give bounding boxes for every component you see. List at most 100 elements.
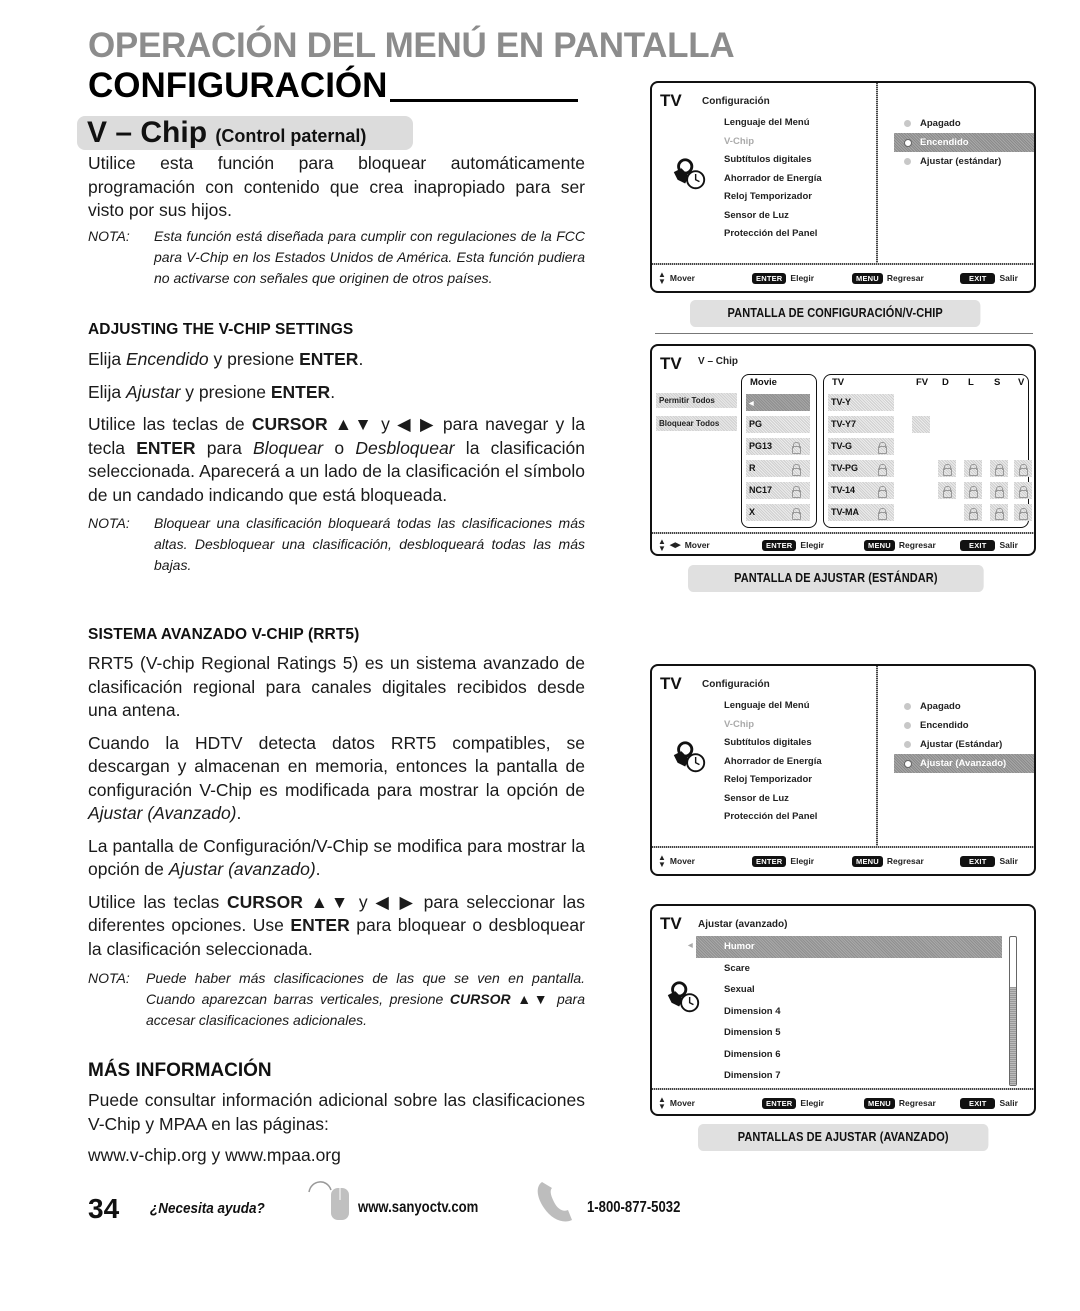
- tv-rating-cell[interactable]: TV-MA: [828, 504, 894, 521]
- tv-rating-cell[interactable]: TV-G: [828, 438, 894, 455]
- vchip-options: Apagado Encendido Ajustar (estándar): [894, 114, 1034, 171]
- movie-rating-cell[interactable]: R: [746, 460, 810, 477]
- advanced-rating-item[interactable]: Dimension 4: [696, 1001, 1002, 1023]
- movie-rating-cell[interactable]: X: [746, 504, 810, 521]
- menu-item[interactable]: Subtítulos digitales: [724, 151, 822, 170]
- tv-rating-cell[interactable]: TV-Y: [828, 394, 894, 411]
- menu-item[interactable]: Ahorrador de Energía: [724, 753, 822, 772]
- menu-item[interactable]: Protección del Panel: [724, 225, 822, 244]
- menu-item[interactable]: Sensor de Luz: [724, 790, 822, 809]
- menu-item[interactable]: V-Chip: [724, 133, 822, 152]
- menu-key-icon: MENU: [864, 1097, 895, 1109]
- menu-item[interactable]: Lenguaje del Menú: [724, 697, 822, 716]
- rating-label: TV-G: [831, 441, 853, 451]
- radio-icon: [904, 741, 911, 748]
- advanced-rating-item[interactable]: Scare: [696, 958, 1002, 980]
- radio-icon: [904, 139, 912, 147]
- sub-rating-cell[interactable]: [938, 482, 956, 499]
- adjusting-note: NOTA: Bloquear una clasificación bloquea…: [88, 515, 585, 573]
- sub-rating-cell[interactable]: [964, 504, 982, 521]
- movie-rating-cell[interactable]: PG13: [746, 438, 810, 455]
- screen-title: V – Chip: [698, 356, 739, 367]
- phone-icon: [537, 1182, 572, 1222]
- advanced-rating-item[interactable]: Sexual: [696, 979, 1002, 1001]
- menu-item[interactable]: Ahorrador de Energía: [724, 170, 822, 189]
- screen-tv-label: TV: [660, 674, 682, 693]
- step-3: Utilice las teclas de CURSOR ▲▼ y ◀ ▶ pa…: [88, 414, 586, 505]
- advanced-rating-item[interactable]: Dimension 5: [696, 1022, 1002, 1044]
- scrollbar[interactable]: [1009, 936, 1017, 1086]
- advanced-rating-item[interactable]: Dimension 6: [696, 1044, 1002, 1066]
- sub-rating-cell[interactable]: [912, 416, 930, 433]
- caption-config-vchip: PANTALLA DE CONFIGURACIÓN/V-CHIP: [690, 300, 981, 327]
- option-item[interactable]: Apagado: [904, 697, 1034, 716]
- screen-tv-label: TV: [660, 354, 682, 373]
- movie-rating-cell[interactable]: NC17: [746, 482, 810, 499]
- scrollbar-thumb[interactable]: [1010, 987, 1016, 1085]
- rating-label: TV-Y7: [831, 419, 857, 429]
- sub-rating-cell[interactable]: [990, 504, 1008, 521]
- tv-rating-cell[interactable]: TV-14: [828, 482, 894, 499]
- movie-header: Movie: [750, 377, 777, 388]
- lock-icon: [878, 442, 887, 454]
- exit-key-icon: EXIT: [960, 1097, 996, 1109]
- movie-rating-cell[interactable]: PG: [746, 416, 810, 433]
- option-item[interactable]: Ajustar (Avanzado): [894, 754, 1034, 773]
- rrt5-p1: RRT5 (V-chip Regional Ratings 5) es un s…: [88, 653, 585, 720]
- block-all-button[interactable]: Bloquear Todos: [656, 416, 737, 431]
- rrt5-heading: SISTEMA AVANZADO V-CHIP (RRT5): [88, 626, 360, 643]
- screen-footer: ▲ ▼ Mover ENTER Elegir MENU Regresar EXIT Sal…: [658, 270, 1018, 286]
- menu-item[interactable]: Sensor de Luz: [724, 207, 822, 226]
- rrt5-section: SISTEMA AVANZADO V-CHIP (RRT5) RRT5 (V-c…: [88, 626, 585, 1031]
- lock-icon: [792, 442, 801, 454]
- screen-footer: ▲ ▼ ◀▶ Mover ENTER Elegir MENU Regresar EXIT S…: [658, 537, 1018, 553]
- tv-header: TV: [832, 377, 845, 388]
- option-item[interactable]: Apagado: [904, 114, 1034, 133]
- menu-item[interactable]: Subtítulos digitales: [724, 734, 822, 753]
- sub-rating-cell[interactable]: [964, 460, 982, 477]
- movie-rating-cell[interactable]: ◀: [746, 394, 810, 411]
- sub-rating-cell[interactable]: [990, 482, 1008, 499]
- allow-all-button[interactable]: Permitir Todos: [656, 393, 737, 408]
- updown-arrows-icon: ▲ ▼: [658, 1095, 666, 1111]
- tv-column-header: FV: [916, 377, 929, 388]
- rating-label: PG13: [749, 441, 773, 451]
- menu-item[interactable]: Lenguaje del Menú: [724, 114, 822, 133]
- mouse-icon: [308, 1181, 349, 1220]
- advanced-rating-item[interactable]: ◀ Humor: [688, 936, 1002, 958]
- screen-footer: ▲ ▼ Mover ENTER Elegir MENU Regresar EXIT Sal…: [658, 1095, 1018, 1111]
- topic-banner: V – Chip (Control paternal): [77, 116, 413, 150]
- menu-item[interactable]: V-Chip: [724, 716, 822, 735]
- option-item[interactable]: Ajustar (Estándar): [904, 735, 1034, 754]
- exit-key-icon: EXIT: [960, 855, 996, 867]
- tv-rating-cell[interactable]: TV-Y7: [828, 416, 894, 433]
- option-item[interactable]: Encendido: [894, 133, 1034, 152]
- lock-icon: [943, 486, 952, 498]
- step-1: Elija Encendido y presione ENTER.: [88, 349, 364, 369]
- tv-rating-cell[interactable]: TV-PG: [828, 460, 894, 477]
- rating-label: Dimension 6: [724, 1048, 781, 1060]
- option-label: Ajustar (Avanzado): [920, 758, 1007, 769]
- advanced-rating-item[interactable]: Dimension 7: [696, 1065, 1002, 1087]
- selector-arrow-icon: ◀: [688, 943, 693, 949]
- leftright-arrows-icon: ◀▶: [669, 542, 681, 549]
- rating-label: X: [749, 507, 756, 517]
- radio-icon: [904, 722, 911, 729]
- sub-rating-cell[interactable]: [964, 482, 982, 499]
- option-item[interactable]: Encendido: [904, 716, 1034, 735]
- support-website[interactable]: www.sanyoctv.com: [358, 1199, 478, 1217]
- menu-item[interactable]: Reloj Temporizador: [724, 188, 822, 207]
- lock-icon: [878, 508, 887, 520]
- menu-item[interactable]: Protección del Panel: [724, 808, 822, 827]
- option-item[interactable]: Ajustar (estándar): [904, 152, 1034, 171]
- sub-rating-cell[interactable]: [1014, 504, 1032, 521]
- screen-tv-label: TV: [660, 914, 682, 933]
- menu-item[interactable]: Reloj Temporizador: [724, 771, 822, 790]
- radio-icon: [904, 158, 911, 165]
- sub-rating-cell[interactable]: [1014, 482, 1032, 499]
- rating-label: Sexual: [724, 984, 755, 995]
- lock-icon: [1019, 464, 1028, 476]
- sub-rating-cell[interactable]: [990, 460, 1008, 477]
- sub-rating-cell[interactable]: [938, 460, 956, 477]
- sub-rating-cell[interactable]: [1014, 460, 1032, 477]
